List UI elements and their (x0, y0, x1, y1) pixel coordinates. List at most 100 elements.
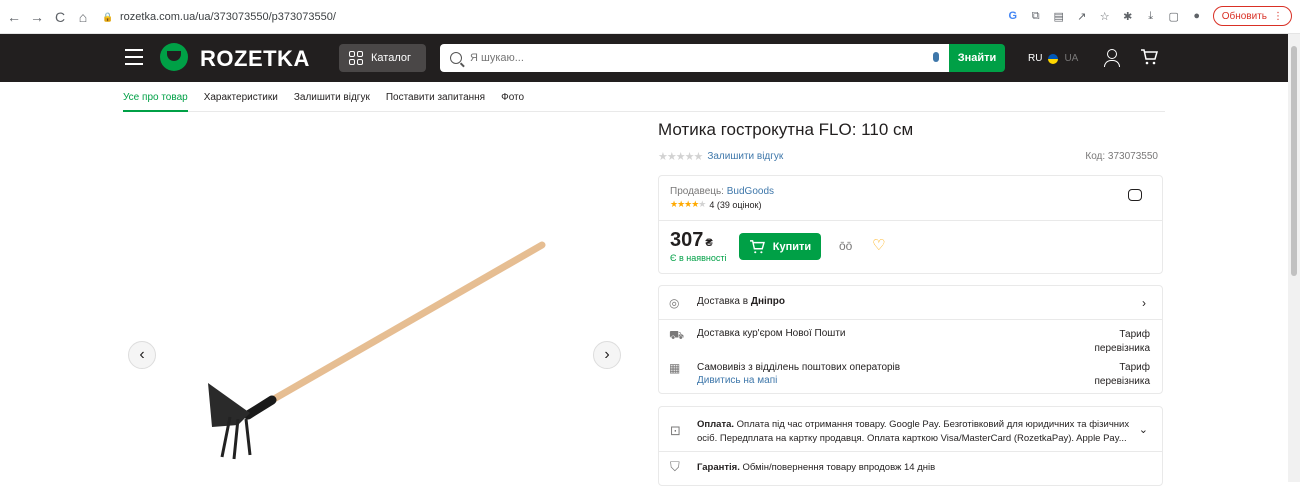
payment-description: Оплата під час отримання товару. Google … (697, 419, 1130, 444)
payment-box: ⊡ Оплата. Оплата під час отримання товар… (658, 406, 1163, 486)
truck-icon: ⛟ (669, 328, 685, 342)
courier-text: Доставка кур'єром Нової Пошти (697, 328, 846, 339)
product-title: Мотика гострокутна FLO: 110 см (658, 120, 914, 139)
seller-label: Продавець: (670, 186, 724, 197)
leave-review-link[interactable]: Залишити відгук (707, 151, 783, 162)
search-input[interactable] (470, 52, 910, 64)
bookmark-star-icon[interactable]: ☆ (1098, 9, 1112, 23)
search-icon (450, 52, 462, 64)
back-icon[interactable]: ← (5, 8, 23, 26)
sidepanel-icon[interactable]: ▢ (1167, 9, 1181, 23)
divider (659, 451, 1162, 452)
buy-button[interactable]: Купити (739, 233, 821, 260)
guarantee-label: Гарантія. (697, 462, 740, 473)
cart-icon[interactable] (1140, 48, 1158, 66)
share-icon[interactable]: ↗ (1075, 9, 1089, 23)
rating-stars-icon: ★★★★★ (658, 151, 703, 163)
catalog-label: Каталог (371, 52, 411, 64)
menu-burger-icon[interactable] (125, 49, 143, 65)
profile-icon[interactable]: ● (1190, 9, 1204, 23)
microphone-icon[interactable] (933, 52, 939, 62)
courier-tariff-line1: Тариф (1119, 329, 1150, 340)
chevron-right-icon[interactable]: › (1142, 296, 1146, 310)
update-label: Обновить (1221, 10, 1267, 22)
rating-row: ★★★★★ Залишити відгук Код: 373073550 (658, 150, 1158, 163)
price-value: 307 (670, 229, 704, 251)
home-icon[interactable]: ⌂ (74, 8, 92, 26)
courier-row: ⛟ Доставка кур'єром Нової Пошти (669, 328, 846, 342)
tab-characteristics[interactable]: Характеристики (204, 82, 278, 112)
guarantee-text: Гарантія. Обмін/повернення товару впродо… (697, 462, 935, 473)
price: 307 ₴ (670, 229, 713, 252)
seller-rating-text: 4 (39 оцінок) (709, 199, 762, 210)
seller-line: Продавець: BudGoods (670, 186, 774, 197)
buy-label: Купити (772, 240, 812, 253)
product-code: Код: 373073550 (1085, 151, 1158, 162)
extension-icon[interactable]: ⧉ (1029, 9, 1043, 23)
stock-status: Є в наявності (670, 253, 727, 263)
logo-text[interactable]: ROZETKA (200, 46, 310, 72)
google-extension-icon[interactable]: G (1006, 9, 1020, 23)
lang-ru[interactable]: RU (1028, 53, 1042, 64)
divider (659, 319, 1162, 320)
store-icon: ▦ (669, 361, 681, 375)
browser-toolbar: ← → C ⌂ 🔒 rozetka.com.ua/ua/373073550/p3… (0, 0, 1300, 34)
search-button[interactable]: Знайти (949, 44, 1005, 72)
compare-icon[interactable]: ōō (839, 239, 852, 253)
reload-icon[interactable]: C (51, 8, 69, 26)
product-image (208, 241, 546, 460)
courier-tariff-line2: перевізника (1094, 343, 1150, 354)
pickup-tariff-line1: Тариф (1119, 362, 1150, 373)
menu-dots-icon: ⋮ (1273, 10, 1283, 22)
payment-label: Оплата. (697, 419, 735, 430)
buy-cart-icon (749, 239, 765, 253)
delivery-city: Доставка в Дніпро (697, 296, 785, 310)
tab-all-about[interactable]: Усе про товар (123, 82, 188, 112)
page-scrollbar[interactable] (1288, 34, 1300, 482)
forward-icon[interactable]: → (28, 8, 46, 26)
lang-ua[interactable]: UA (1064, 53, 1078, 64)
catalog-grid-icon (349, 51, 363, 65)
delivery-city-name: Дніпро (750, 296, 786, 307)
site-header: ROZETKA Каталог Знайти RU UA (0, 34, 1288, 82)
catalog-button[interactable]: Каталог (339, 44, 426, 72)
address-bar[interactable]: 🔒 rozetka.com.ua/ua/373073550/p373073550… (102, 5, 336, 29)
delivery-box: ◎ Доставка в Дніпро › ⛟ Доставка кур'єро… (658, 285, 1163, 394)
delivery-city-row[interactable]: ◎ Доставка в Дніпро (669, 296, 785, 310)
pickup-row: ▦ Самовивіз з відділень поштових операто… (669, 361, 900, 387)
product-tabs: Усе про товар Характеристики Залишити ві… (123, 82, 1165, 112)
wallet-icon: ⊡ (670, 423, 681, 438)
gallery-prev-button[interactable]: ‹ (128, 341, 156, 369)
rozetka-logo-icon[interactable] (160, 43, 188, 71)
pickup-tariff-line2: перевізника (1094, 376, 1150, 387)
tab-leave-review[interactable]: Залишити відгук (294, 82, 370, 112)
wishlist-heart-icon[interactable]: ♡ (872, 236, 885, 254)
seller-name-link[interactable]: BudGoods (727, 186, 774, 197)
price-currency: ₴ (705, 237, 713, 249)
search-box (440, 44, 949, 72)
download-icon[interactable]: ⤓ (1144, 9, 1158, 23)
pickup-text: Самовивіз з відділень поштових операторі… (697, 362, 901, 373)
tab-ask-question[interactable]: Поставити запитання (386, 82, 485, 112)
puzzle-icon[interactable]: ✱ (1121, 9, 1135, 23)
guarantee-description: Обмін/повернення товару впродовж 14 днів (742, 462, 936, 473)
lock-icon: 🔒 (102, 11, 114, 22)
tab-photo[interactable]: Фото (501, 82, 524, 112)
chevron-down-icon[interactable]: ⌄ (1139, 423, 1148, 436)
update-browser-button[interactable]: Обновить ⋮ (1212, 6, 1292, 26)
delivery-prefix: Доставка в (697, 296, 749, 307)
view-map-link[interactable]: Дивитись на мапі (697, 374, 900, 387)
shield-icon: ⛉ (670, 459, 680, 474)
ukraine-flag-icon (1048, 53, 1059, 64)
url-text: rozetka.com.ua/ua/373073550/p373073550/ (120, 10, 336, 23)
seller-price-box: Продавець: BudGoods ★★★★ ★ 4 (39 оцінок)… (658, 175, 1163, 274)
translate-icon[interactable]: ▤ (1052, 9, 1066, 23)
chat-icon[interactable] (1128, 189, 1142, 201)
gallery-next-button[interactable]: › (593, 341, 621, 369)
language-switcher: RU UA (1028, 53, 1078, 64)
pickup-tariff: Тариф перевізника (1095, 361, 1150, 389)
seller-star-empty-icon: ★ (698, 199, 707, 209)
user-icon[interactable] (1103, 49, 1120, 67)
seller-stars-icon: ★★★★ (670, 199, 699, 209)
courier-tariff: Тариф перевізника (1095, 328, 1150, 356)
